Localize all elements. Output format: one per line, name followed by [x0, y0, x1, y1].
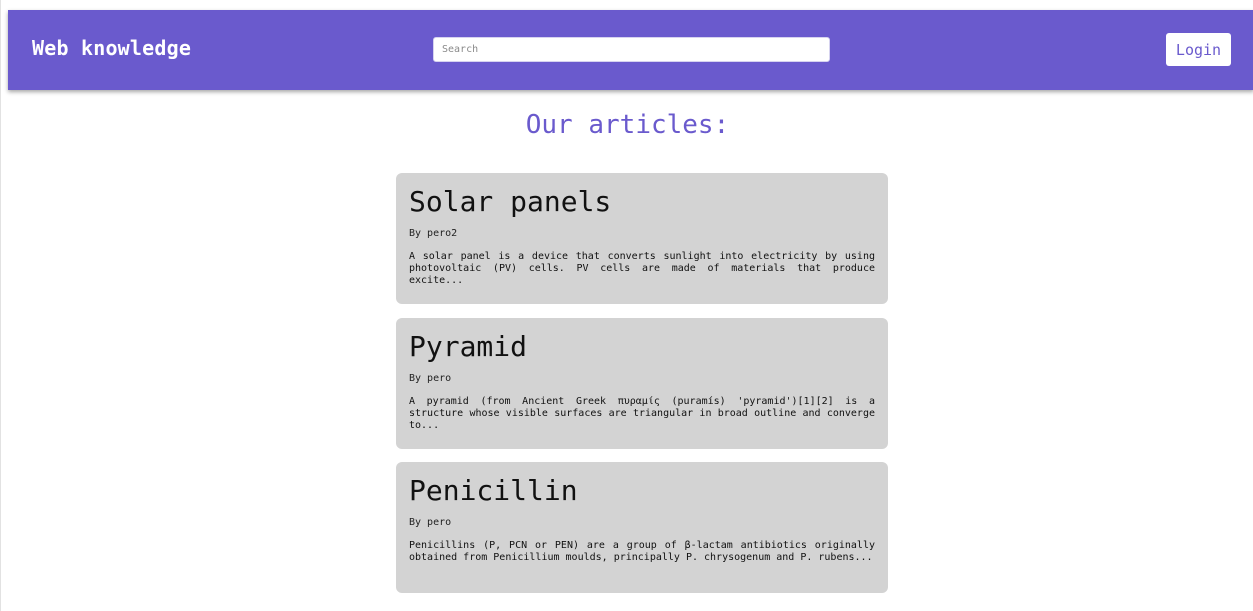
search-input[interactable]: [433, 37, 830, 62]
article-title[interactable]: Solar panels: [409, 185, 875, 219]
article-card[interactable]: Penicillin By pero Penicillins (P, PCN o…: [396, 462, 888, 593]
site-brand[interactable]: Web knowledge: [32, 36, 191, 60]
article-author: By pero: [409, 373, 452, 384]
page: Web knowledge Login Our articles: Solar …: [0, 0, 1253, 611]
login-button[interactable]: Login: [1166, 33, 1231, 66]
article-card[interactable]: Solar panels By pero2 A solar panel is a…: [396, 173, 888, 304]
article-card[interactable]: Pyramid By pero A pyramid (from Ancient …: [396, 318, 888, 449]
article-author: By pero: [409, 517, 452, 528]
article-title[interactable]: Penicillin: [409, 474, 875, 508]
article-excerpt: Penicillins (P, PCN or PEN) are a group …: [409, 540, 875, 563]
article-excerpt: A solar panel is a device that converts …: [409, 251, 875, 286]
article-excerpt: A pyramid (from Ancient Greek πυραμίς (p…: [409, 396, 875, 431]
top-navbar: Web knowledge Login: [8, 10, 1253, 90]
article-title[interactable]: Pyramid: [409, 330, 875, 364]
page-title: Our articles:: [525, 110, 730, 140]
article-author: By pero2: [409, 228, 458, 239]
